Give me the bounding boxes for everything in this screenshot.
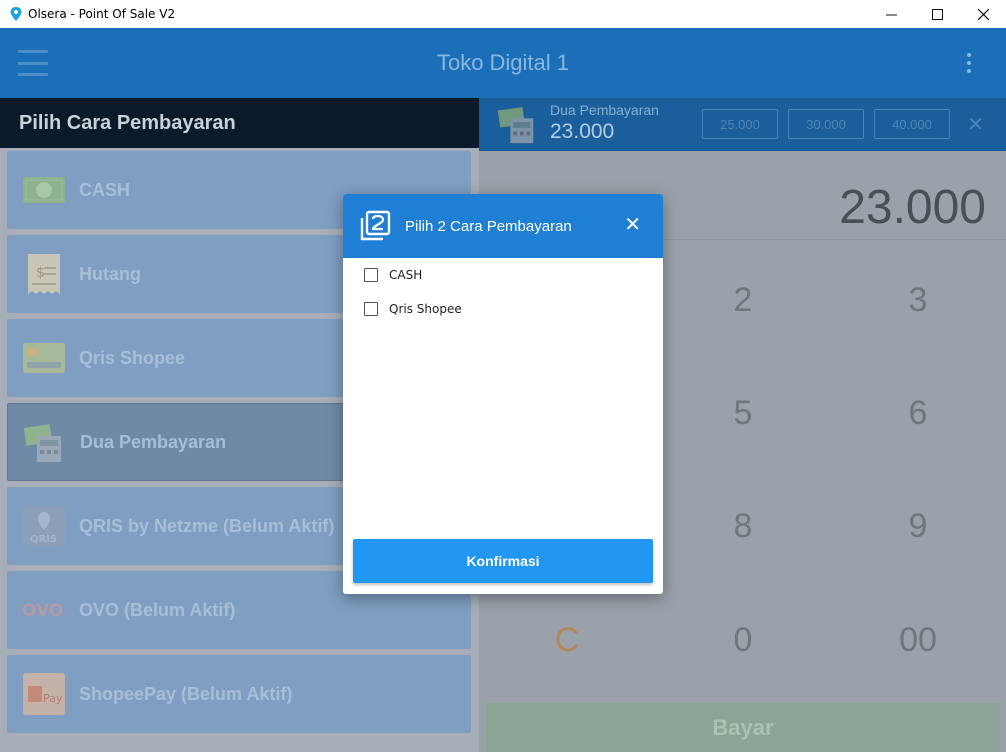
quick-amount-button[interactable]: 40.000 [874, 109, 950, 139]
close-window-button[interactable] [960, 0, 1006, 28]
payment-option-list: CASH Qris Shopee [343, 258, 663, 326]
method-label: Hutang [79, 263, 141, 284]
qris-card-icon [22, 336, 66, 380]
dialog-header: Pilih 2 Cara Pembayaran ✕ [343, 194, 663, 258]
key-9[interactable]: 9 [888, 501, 948, 551]
checkbox[interactable] [364, 268, 378, 282]
method-label: QRIS by Netzme (Belum Aktif) [79, 515, 335, 536]
option-cash[interactable]: CASH [343, 258, 663, 292]
key-0[interactable]: 0 [713, 615, 773, 665]
method-shopeepay[interactable]: Pay ShopeePay (Belum Aktif) [7, 655, 471, 733]
svg-text:QRIS: QRIS [30, 534, 57, 545]
close-icon[interactable]: ✕ [624, 214, 641, 236]
maximize-button[interactable] [914, 0, 960, 28]
maximize-icon [931, 8, 943, 20]
payment-methods-header: Pilih Cara Pembayaran [0, 98, 479, 148]
window-titlebar: Olsera - Point Of Sale V2 [0, 0, 1006, 28]
olsera-app-icon [10, 7, 22, 21]
select-two-payments-dialog: Pilih 2 Cara Pembayaran ✕ CASH Qris Shop… [343, 194, 663, 594]
checkbox[interactable] [364, 302, 378, 316]
ovo-logo-icon: OVO [22, 588, 66, 632]
selected-payment-amount: 23.000 [550, 120, 615, 143]
cash-icon [22, 168, 66, 212]
key-00[interactable]: 00 [888, 615, 948, 665]
method-label: Qris Shopee [79, 347, 186, 368]
more-options-icon[interactable] [966, 53, 972, 73]
key-5[interactable]: 5 [713, 388, 773, 438]
svg-text:OVO: OVO [22, 601, 63, 620]
quick-amount-button[interactable]: 25.000 [702, 109, 778, 139]
svg-text:$: $ [36, 265, 45, 281]
store-title: Toko Digital 1 [436, 50, 570, 75]
key-3[interactable]: 3 [888, 275, 948, 325]
quick-amount-button[interactable]: 30.000 [788, 109, 864, 139]
key-clear[interactable]: C [537, 615, 597, 665]
selected-payment-name: Dua Pembayaran [550, 102, 659, 118]
app-bar: Toko Digital 1 [0, 28, 1006, 98]
option-label: CASH [389, 268, 423, 282]
method-label: ShopeePay (Belum Aktif) [79, 683, 293, 704]
method-label: OVO (Belum Aktif) [79, 599, 236, 620]
key-6[interactable]: 6 [888, 388, 948, 438]
qris-netzme-icon: QRIS [22, 504, 66, 548]
amount-display: 23.000 [839, 181, 986, 234]
minimize-button[interactable] [868, 0, 914, 28]
svg-text:Pay: Pay [43, 692, 63, 705]
close-icon[interactable]: ✕ [967, 112, 984, 137]
window-title: Olsera - Point Of Sale V2 [28, 7, 176, 21]
minimize-icon [885, 14, 897, 15]
option-qris-shopee[interactable]: Qris Shopee [343, 292, 663, 326]
number-two-stack-icon [360, 210, 391, 241]
receipt-icon: $ [22, 252, 66, 296]
dual-payment-icon [497, 102, 539, 146]
dialog-title: Pilih 2 Cara Pembayaran [405, 217, 572, 235]
shopeepay-logo-icon: Pay [22, 672, 66, 716]
method-label: Dua Pembayaran [80, 431, 227, 452]
option-label: Qris Shopee [389, 302, 462, 316]
method-label: CASH [79, 179, 131, 200]
close-icon [977, 8, 989, 20]
pay-button[interactable]: Bayar [486, 703, 1000, 752]
confirm-button[interactable]: Konfirmasi [353, 539, 653, 583]
key-2[interactable]: 2 [713, 275, 773, 325]
selected-payment-strip: Dua Pembayaran 23.000 25.000 30.000 40.0… [479, 98, 1006, 151]
key-8[interactable]: 8 [713, 501, 773, 551]
dual-payment-icon [23, 420, 67, 464]
